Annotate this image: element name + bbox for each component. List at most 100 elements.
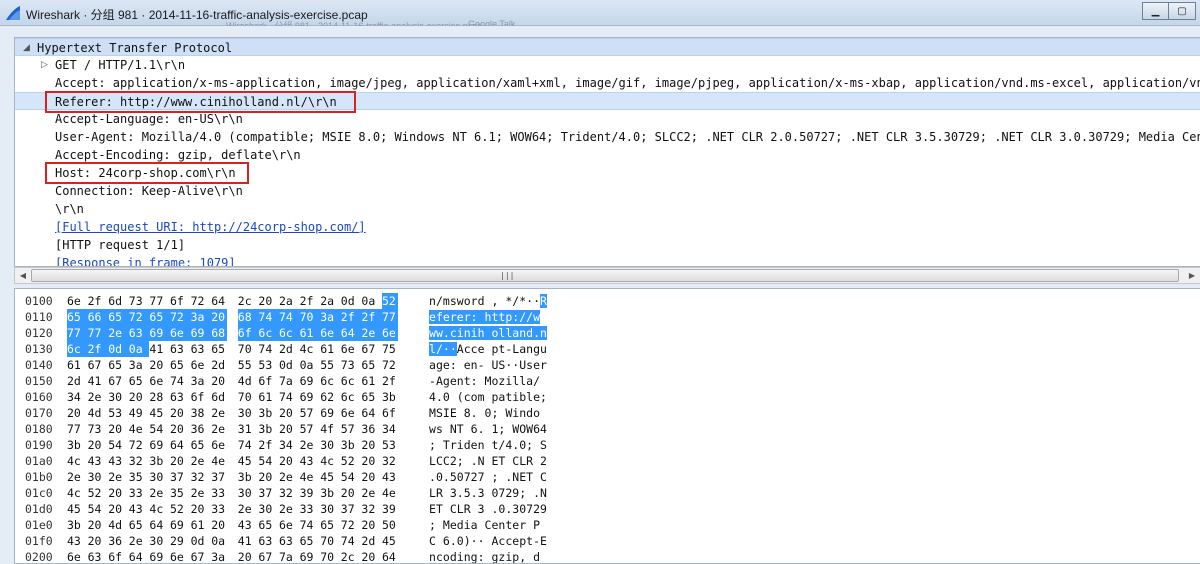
hex-byte[interactable]: 43 [300,453,321,469]
hex-byte[interactable]: 2e [300,437,321,453]
hex-byte[interactable]: 2d [361,533,382,549]
hex-byte[interactable]: 32 [191,469,212,485]
hex-byte[interactable]: 6f [258,373,279,389]
hex-byte[interactable]: 4d [88,405,109,421]
hex-byte[interactable]: 72 [341,517,362,533]
hex-byte[interactable]: 6c [258,325,279,341]
hex-byte[interactable]: 62 [320,389,341,405]
hex-row[interactable]: 0180 77 73 20 4e 54 20 36 2e 31 3b 20 57 4f 57 36 34 ws N… [15,421,1200,437]
hex-byte[interactable]: 20 [211,373,227,389]
hex-byte[interactable]: 4e [129,421,150,437]
hex-byte[interactable]: 20 [170,405,191,421]
hex-byte[interactable]: 37 [258,485,279,501]
hex-byte[interactable]: 30 [238,405,259,421]
hex-byte[interactable]: 63 [170,341,191,357]
hex-byte[interactable]: 20 [361,549,382,563]
ascii-text[interactable]: ; Media Center P [429,517,540,533]
hex-byte[interactable]: 0a [300,357,321,373]
hex-byte[interactable]: 61 [299,325,321,341]
ascii-text[interactable]: n/msword , */*··R [429,293,547,309]
hex-byte[interactable]: 53 [258,357,279,373]
hex-byte[interactable]: 4e [382,485,398,501]
hex-byte[interactable]: 30 [258,501,279,517]
hex-byte[interactable]: 52 [170,501,191,517]
hex-byte[interactable]: 2f [361,309,382,325]
hex-byte[interactable]: 65 [108,357,129,373]
hex-byte[interactable]: 69 [300,389,321,405]
hex-byte[interactable]: 43 [67,533,88,549]
hex-byte[interactable]: 69 [149,437,170,453]
hex-byte[interactable]: 77 [67,325,88,341]
tree-item-connection[interactable]: Connection: Keep-Alive\r\n [15,182,1200,200]
hex-byte[interactable]: 2e [279,469,300,485]
hex-byte[interactable]: 54 [88,501,109,517]
hex-byte[interactable]: 77 [67,421,88,437]
hex-byte[interactable]: 67 [191,549,212,563]
hex-byte[interactable]: 31 [238,421,259,437]
hex-byte[interactable]: 6e [211,437,227,453]
hex-byte[interactable]: 52 [382,293,398,309]
hex-byte[interactable]: 4f [320,421,341,437]
hex-byte[interactable]: 20 [67,405,88,421]
hex-byte[interactable]: 2f [87,341,109,357]
hex-byte[interactable]: 74 [279,389,300,405]
hex-row[interactable]: 01e0 3b 20 4d 65 64 69 61 20 43 65 6e 74 65 72 20 50; Me… [15,517,1200,533]
hex-byte[interactable]: 2c [238,293,259,309]
ascii-text[interactable]: ; Triden t/4.0; S [429,437,547,453]
hex-byte[interactable]: 20 [108,421,129,437]
hex-byte[interactable]: 28 [149,389,170,405]
hex-byte[interactable]: 2e [149,485,170,501]
hex-byte[interactable]: 30 [88,469,109,485]
hex-byte[interactable]: 65 [129,517,150,533]
hex-byte[interactable]: 6f [237,325,259,341]
hex-byte[interactable]: 74 [341,533,362,549]
hex-byte[interactable]: 4c [67,453,88,469]
hex-byte[interactable]: 39 [300,485,321,501]
hex-byte[interactable]: 20 [170,421,191,437]
hex-byte[interactable]: 20 [361,517,382,533]
hex-byte[interactable]: 45 [67,501,88,517]
hex-byte[interactable]: 65 [108,309,129,325]
ascii-text[interactable]: ET CLR 3 .0.30729 [429,501,547,517]
hex-byte[interactable]: 65 [191,437,212,453]
hex-byte[interactable]: 69 [170,517,191,533]
hex-byte[interactable]: 73 [341,357,362,373]
hex-byte[interactable]: 20 [108,485,129,501]
hex-byte[interactable]: 49 [129,405,150,421]
hex-byte[interactable]: 70 [320,533,341,549]
hex-row[interactable]: 01d0 45 54 20 43 4c 52 20 33 2e 30 2e 33 30 37 32 39 ET C… [15,501,1200,517]
hex-byte[interactable]: 61 [258,389,279,405]
hex-byte[interactable]: 35 [170,485,191,501]
hex-byte[interactable]: 67 [361,341,382,357]
hex-byte[interactable]: 65 [149,309,170,325]
hex-byte[interactable]: 63 [191,341,212,357]
hex-byte[interactable]: 2e [238,501,259,517]
hex-byte[interactable]: 57 [300,421,321,437]
hex-byte[interactable]: 77 [382,309,398,325]
hex-row[interactable]: 01c0 4c 52 20 33 2e 35 2e 33 30 37 32 39 3b 20 2e 4e LR 3… [15,485,1200,501]
hex-byte[interactable]: 4d [238,373,259,389]
hex-byte[interactable]: 39 [382,501,398,517]
ascii-text[interactable]: MSIE 8. 0; Windo [429,405,540,421]
hex-byte[interactable]: 32 [279,485,300,501]
hex-byte[interactable]: 63 [279,533,300,549]
hex-byte[interactable]: 54 [108,437,129,453]
hex-byte[interactable]: 20 [258,293,279,309]
hex-byte[interactable]: 20 [88,437,109,453]
ascii-text[interactable]: LCC2; .N ET CLR 2 [429,453,547,469]
hex-byte[interactable]: 6c [279,325,300,341]
hex-byte[interactable]: 34 [67,389,88,405]
hex-byte[interactable]: 6c [341,389,362,405]
hex-byte[interactable]: 0a [211,533,227,549]
hex-byte[interactable]: 30 [149,469,170,485]
hex-byte[interactable]: 61 [361,373,382,389]
hex-byte[interactable]: 20 [238,549,259,563]
hex-byte[interactable]: 65 [320,517,341,533]
ascii-text[interactable]: -Agent: Mozilla/ [429,373,540,389]
hex-byte[interactable]: 2f [340,309,362,325]
hex-byte[interactable]: 20 [108,501,129,517]
hex-byte[interactable]: 4d [108,517,129,533]
hex-byte[interactable]: 52 [88,485,109,501]
hex-byte[interactable]: 63 [88,549,109,563]
hex-byte[interactable]: 3b [238,469,259,485]
